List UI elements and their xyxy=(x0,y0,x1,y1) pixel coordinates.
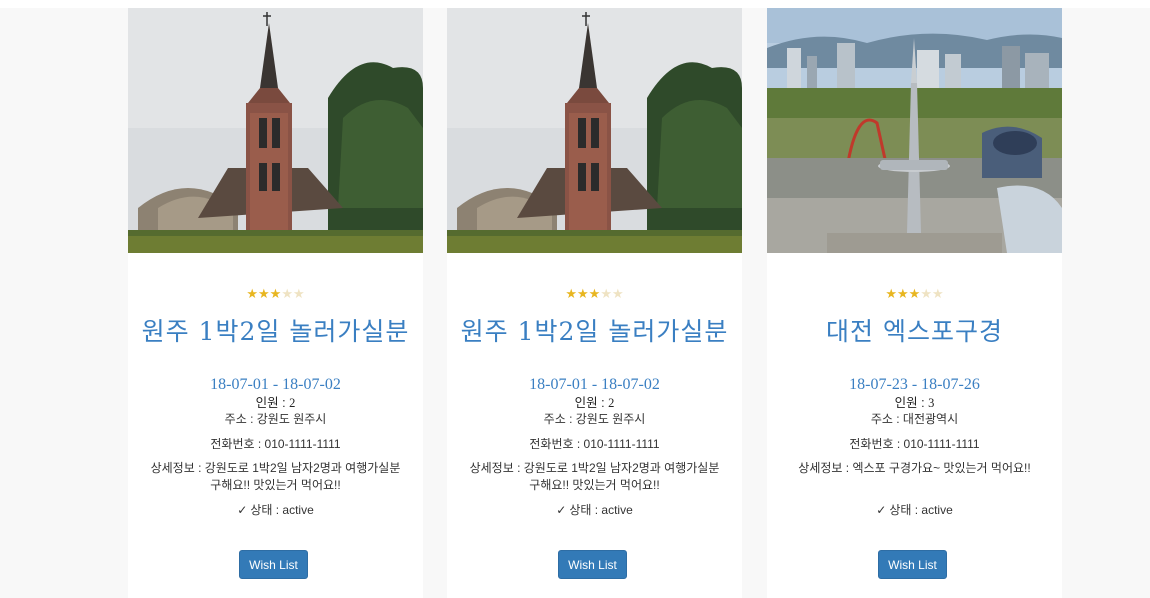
card-people: 인원 : 2 xyxy=(447,395,742,412)
rating-stars: ★★★★★ xyxy=(767,286,1062,302)
card-status: ✓ 상태 : active xyxy=(767,502,1062,519)
star-icon: ★ xyxy=(246,286,259,301)
people-label: 인원 : xyxy=(894,396,929,410)
card-dates: 18-07-23 - 18-07-26 xyxy=(849,376,980,393)
check-icon: ✓ xyxy=(556,503,567,517)
card-detail: 상세정보 : 엑스포 구경가요~ 맛있는거 먹어요!! xyxy=(798,461,1031,475)
people-label: 인원 : xyxy=(574,396,609,410)
star-icon: ★ xyxy=(292,286,305,301)
card-people: 인원 : 2 xyxy=(128,395,423,412)
card-dates: 18-07-01 - 18-07-02 xyxy=(210,376,341,393)
card-people: 인원 : 3 xyxy=(767,395,1062,412)
star-icon: ★ xyxy=(885,286,898,301)
status-text: 상태 : active xyxy=(250,503,314,517)
trip-card: ★★★★★ 원주 1박2일 놀러가실분 18-07-01 - 18-07-02 … xyxy=(447,8,742,598)
people-label: 인원 : xyxy=(255,396,290,410)
people-value: 2 xyxy=(608,396,615,410)
star-icon: ★ xyxy=(931,286,944,301)
card-phone: 전화번호 : 010-1111-1111 xyxy=(849,437,980,451)
check-icon: ✓ xyxy=(237,503,248,517)
card-address: 주소 : 강원도 원주시 xyxy=(543,412,646,426)
wish-list-button[interactable]: Wish List xyxy=(558,550,627,579)
card-phone: 전화번호 : 010-1111-1111 xyxy=(529,437,660,451)
rating-stars: ★★★★★ xyxy=(128,286,423,302)
card-image-expo-tower[interactable] xyxy=(767,8,1062,253)
card-address: 주소 : 대전광역시 xyxy=(870,412,959,426)
star-icon: ★ xyxy=(281,286,293,301)
star-icon: ★ xyxy=(920,286,932,301)
star-icon: ★ xyxy=(588,286,601,301)
status-text: 상태 : active xyxy=(889,503,953,517)
star-icon: ★ xyxy=(577,286,589,301)
wish-list-button[interactable]: Wish List xyxy=(878,550,947,579)
card-dates: 18-07-01 - 18-07-02 xyxy=(529,376,660,393)
card-title: 원주 1박2일 놀러가실분 xyxy=(141,317,410,346)
rating-stars: ★★★★★ xyxy=(447,286,742,302)
people-value: 3 xyxy=(928,396,935,410)
card-phone: 전화번호 : 010-1111-1111 xyxy=(210,437,341,451)
check-icon: ✓ xyxy=(876,503,887,517)
trip-card: ★★★★★ 원주 1박2일 놀러가실분 18-07-01 - 18-07-02 … xyxy=(128,8,423,598)
card-detail: 상세정보 : 강원도로 1박2일 남자2명과 여행가실분 구해요!! 맛있는거 … xyxy=(150,461,401,492)
card-title: 대전 엑스포구경 xyxy=(826,317,1003,346)
star-icon: ★ xyxy=(565,286,578,301)
people-value: 2 xyxy=(289,396,296,410)
star-icon: ★ xyxy=(269,286,282,301)
card-detail: 상세정보 : 강원도로 1박2일 남자2명과 여행가실분 구해요!! 맛있는거 … xyxy=(469,461,720,492)
star-icon: ★ xyxy=(908,286,921,301)
star-icon: ★ xyxy=(258,286,270,301)
trip-card: ★★★★★ 대전 엑스포구경 18-07-23 - 18-07-26 인원 : … xyxy=(767,8,1062,598)
card-title: 원주 1박2일 놀러가실분 xyxy=(460,317,729,346)
star-icon: ★ xyxy=(897,286,909,301)
card-image-church[interactable] xyxy=(128,8,423,253)
status-text: 상태 : active xyxy=(569,503,633,517)
card-list: ★★★★★ 원주 1박2일 놀러가실분 18-07-01 - 18-07-02 … xyxy=(0,0,1150,598)
card-image-church[interactable] xyxy=(447,8,742,253)
card-status: ✓ 상태 : active xyxy=(128,502,423,519)
wish-list-button[interactable]: Wish List xyxy=(239,550,308,579)
card-address: 주소 : 강원도 원주시 xyxy=(224,412,327,426)
card-status: ✓ 상태 : active xyxy=(447,502,742,519)
star-icon: ★ xyxy=(600,286,612,301)
star-icon: ★ xyxy=(611,286,624,301)
